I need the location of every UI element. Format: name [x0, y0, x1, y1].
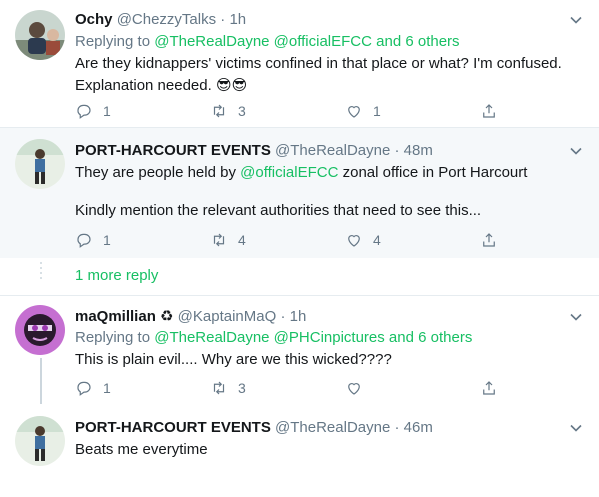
tweet-text-line: They are people held by @officialEFCC zo…: [75, 162, 579, 184]
reply-button[interactable]: 1: [75, 230, 111, 250]
tweet-text: They are people held by @officialEFCC zo…: [75, 162, 579, 222]
reply-button[interactable]: 1: [75, 101, 111, 121]
replying-to-label: Replying to: [75, 329, 151, 346]
avatar[interactable]: [15, 139, 65, 189]
share-icon: [483, 381, 495, 395]
retweet-count: 3: [238, 103, 246, 119]
like-button[interactable]: [345, 378, 373, 398]
reply-count: 1: [103, 380, 111, 396]
retweet-icon: [213, 104, 225, 118]
chevron-down-icon[interactable]: [569, 310, 583, 324]
like-count: 1: [373, 103, 381, 119]
display-name[interactable]: PORT-HARCOURT EVENTS: [75, 419, 271, 436]
retweet-icon: [213, 381, 225, 395]
tweet-port-harcourt-events[interactable]: PORT-HARCOURT EVENTS @TheRealDayne · 48m…: [0, 128, 599, 258]
replying-to-mentions[interactable]: @TheRealDayne @officialEFCC and 6 others: [154, 33, 459, 50]
retweet-button[interactable]: 3: [210, 101, 246, 121]
reply-count: 1: [103, 232, 111, 248]
tweet-text: This is plain evil.... Why are we this w…: [75, 349, 579, 371]
replying-to: Replying to @TheRealDayne @PHCinpictures…: [75, 328, 472, 348]
separator: ·: [394, 419, 400, 436]
timestamp[interactable]: 46m: [404, 419, 433, 436]
tweet-text-line: Beats me everytime: [75, 441, 208, 458]
replying-to: Replying to @TheRealDayne @officialEFCC …: [75, 32, 460, 52]
share-icon: [483, 233, 495, 247]
display-name[interactable]: maQmillian: [75, 308, 156, 325]
tweet-text-line: Are they kidnappers' victims confined in…: [75, 55, 562, 72]
handle[interactable]: @ChezzyTalks: [117, 11, 216, 28]
like-count: 4: [373, 232, 381, 248]
show-more-replies[interactable]: 1 more reply: [0, 258, 599, 296]
thread-dots: [39, 262, 43, 282]
thread-connector: [40, 358, 42, 404]
tweet-text: Beats me everytime: [75, 439, 579, 461]
share-button[interactable]: [480, 378, 498, 398]
timestamp[interactable]: 1h: [290, 308, 307, 325]
tweet-text-line: This is plain evil.... Why are we this w…: [75, 351, 392, 368]
tweet-text-part: zonal office in Port Harcourt: [338, 164, 528, 181]
tweet-text-line: Kindly mention the relevant authorities …: [75, 202, 482, 219]
handle[interactable]: @TheRealDayne: [275, 142, 390, 159]
tweet-actions: 1 3 1: [75, 101, 505, 121]
reply-icon: [77, 104, 91, 119]
reply-icon: [77, 233, 91, 248]
tweet-actions: 1 4 4: [75, 230, 505, 250]
timestamp[interactable]: 48m: [404, 142, 433, 159]
retweet-button[interactable]: 3: [210, 378, 246, 398]
like-button[interactable]: 1: [345, 101, 381, 121]
handle[interactable]: @KaptainMaQ: [178, 308, 277, 325]
separator: ·: [220, 11, 226, 28]
like-button[interactable]: 4: [345, 230, 381, 250]
tweet-ochy[interactable]: Ochy @ChezzyTalks · 1h Replying to @TheR…: [0, 0, 599, 128]
tweet-text-line: Explanation needed. 😎😎: [75, 77, 248, 94]
tweet-header: maQmillian ♻ @KaptainMaQ · 1h: [75, 307, 559, 327]
separator: ·: [280, 308, 286, 325]
share-button[interactable]: [480, 101, 498, 121]
tweet-port-harcourt-events-reply[interactable]: PORT-HARCOURT EVENTS @TheRealDayne · 46m…: [0, 404, 599, 497]
avatar[interactable]: [15, 10, 65, 60]
share-button[interactable]: [480, 230, 498, 250]
replying-to-label: Replying to: [75, 33, 151, 50]
tweet-header: PORT-HARCOURT EVENTS @TheRealDayne · 46m: [75, 418, 559, 438]
display-name[interactable]: PORT-HARCOURT EVENTS: [75, 142, 271, 159]
tweet-text: Are they kidnappers' victims confined in…: [75, 53, 579, 97]
chevron-down-icon[interactable]: [569, 421, 583, 435]
like-icon: [348, 106, 360, 118]
display-name[interactable]: Ochy: [75, 11, 113, 28]
retweet-icon: [213, 233, 225, 247]
more-replies-link[interactable]: 1 more reply: [75, 267, 158, 284]
conversation-thread: Ochy @ChezzyTalks · 1h Replying to @TheR…: [0, 0, 599, 497]
handle[interactable]: @TheRealDayne: [275, 419, 390, 436]
mention-link[interactable]: @officialEFCC: [240, 164, 338, 181]
tweet-text-part: They are people held by: [75, 164, 241, 181]
retweet-count: 3: [238, 380, 246, 396]
tweet-header: Ochy @ChezzyTalks · 1h: [75, 10, 559, 30]
chevron-down-icon[interactable]: [569, 144, 583, 158]
reply-count: 1: [103, 103, 111, 119]
replying-to-mentions[interactable]: @TheRealDayne @PHCinpictures and 6 other…: [154, 329, 472, 346]
reply-button[interactable]: 1: [75, 378, 111, 398]
recycle-icon: ♻: [160, 308, 174, 325]
retweet-button[interactable]: 4: [210, 230, 246, 250]
retweet-count: 4: [238, 232, 246, 248]
share-icon: [483, 104, 495, 118]
separator: ·: [394, 142, 400, 159]
avatar[interactable]: [15, 305, 65, 355]
chevron-down-icon[interactable]: [569, 13, 583, 27]
like-icon: [348, 235, 360, 247]
tweet-header: PORT-HARCOURT EVENTS @TheRealDayne · 48m: [75, 141, 559, 161]
tweet-maqmillian[interactable]: maQmillian ♻ @KaptainMaQ · 1h Replying t…: [0, 296, 599, 404]
avatar[interactable]: [15, 416, 65, 466]
like-icon: [348, 383, 360, 395]
tweet-actions: 1 3: [75, 378, 505, 398]
reply-icon: [77, 381, 91, 396]
timestamp[interactable]: 1h: [229, 11, 246, 28]
